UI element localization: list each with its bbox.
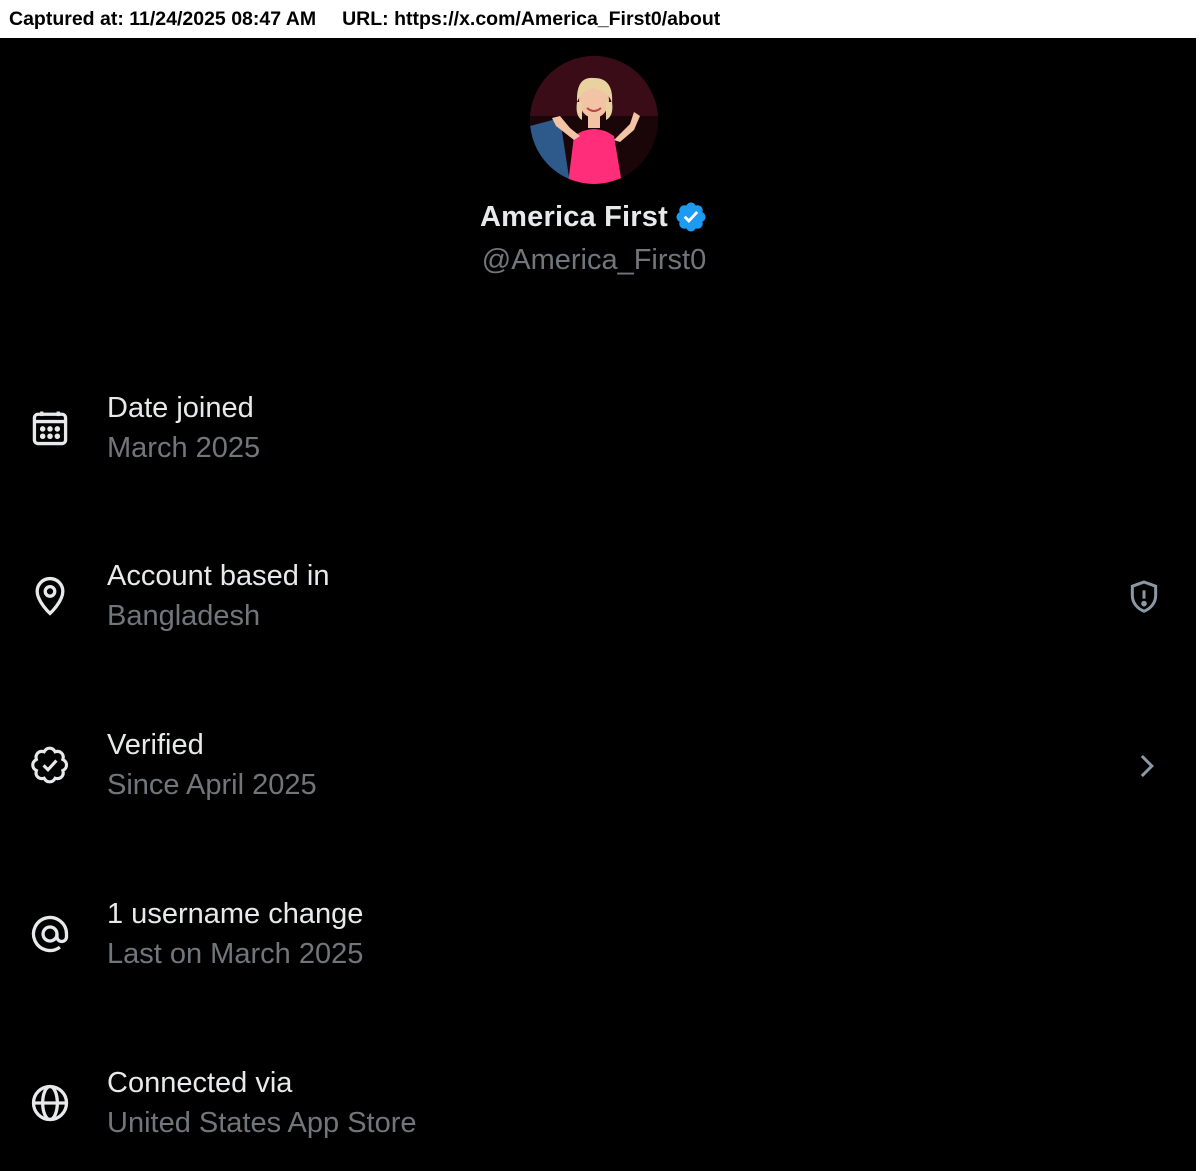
verified-value: Since April 2025	[107, 769, 317, 801]
verified-row[interactable]: Verified Since April 2025	[0, 717, 1196, 827]
verified-outline-icon	[28, 743, 72, 787]
handle: @America_First0	[481, 244, 707, 276]
avatar-image	[530, 56, 658, 184]
username-change-value: Last on March 2025	[107, 938, 364, 970]
shield-alert-icon[interactable]	[1124, 577, 1164, 617]
location-pin-icon	[28, 574, 72, 618]
connected-via-row: Connected via United States App Store	[0, 1055, 1196, 1165]
connected-via-value: United States App Store	[107, 1107, 417, 1139]
verified-badge-icon[interactable]	[674, 200, 708, 234]
date-joined-value: March 2025	[107, 432, 261, 464]
capture-timestamp: Captured at: 11/24/2025 08:47 AM	[9, 7, 317, 30]
chevron-right-icon[interactable]	[1126, 746, 1166, 786]
username-change-row: 1 username change Last on March 2025	[0, 886, 1196, 996]
globe-icon	[28, 1081, 72, 1125]
right-edge-border	[1196, 38, 1200, 1171]
connected-via-title: Connected via	[107, 1067, 293, 1099]
display-name-row: America First	[0, 200, 1188, 234]
capture-banner: Captured at: 11/24/2025 08:47 AM URL: ht…	[0, 0, 1200, 38]
at-sign-icon	[28, 912, 72, 956]
username-change-title: 1 username change	[107, 898, 364, 930]
verified-title: Verified	[107, 729, 204, 761]
date-joined-row: Date joined March 2025	[0, 380, 1196, 490]
about-page: Captured at: 11/24/2025 08:47 AM URL: ht…	[0, 0, 1200, 1171]
calendar-icon	[28, 406, 72, 450]
capture-url: URL: https://x.com/America_First0/about	[342, 7, 721, 30]
date-joined-title: Date joined	[107, 392, 254, 424]
display-name: America First	[480, 200, 668, 233]
account-based-in-row: Account based in Bangladesh	[0, 548, 1196, 658]
avatar[interactable]	[530, 56, 658, 184]
account-based-in-title: Account based in	[107, 560, 330, 592]
account-based-in-value: Bangladesh	[107, 600, 261, 632]
